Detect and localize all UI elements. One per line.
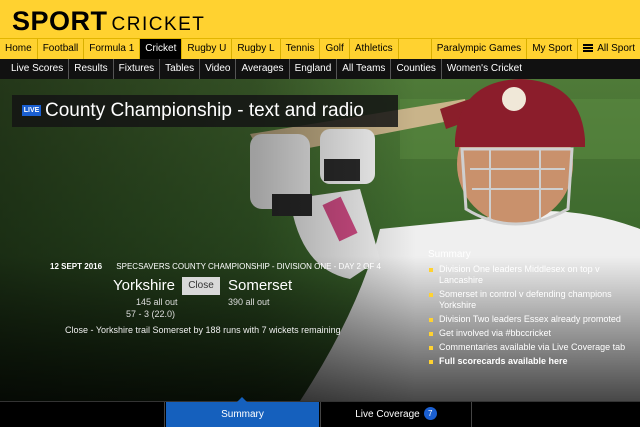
home-second-innings: 57 - 3 (22.0) [126, 309, 176, 319]
nav-spacer [399, 39, 432, 59]
nav-rugby-league[interactable]: Rugby L [232, 39, 281, 59]
tab-summary[interactable]: Summary [166, 397, 319, 427]
subnav-averages[interactable]: Averages [236, 59, 290, 79]
home-first-innings: 145 all out [136, 297, 178, 307]
subnav-video[interactable]: Video [200, 59, 237, 79]
summary-item[interactable]: Division One leaders Middlesex on top v … [422, 264, 640, 286]
nav-all-sport-label: All Sport [597, 43, 635, 54]
subnav-england[interactable]: England [290, 59, 338, 79]
away-team[interactable]: Somerset [228, 277, 292, 294]
match-competition: SPECSAVERS COUNTY CHAMPIONSHIP - DIVISIO… [116, 262, 381, 271]
nav-paralympic-games[interactable]: Paralympic Games [432, 39, 528, 59]
nav-all-sport[interactable]: All Sport [578, 39, 640, 59]
nav-rugby-union[interactable]: Rugby U [182, 39, 233, 59]
live-badge: LIVE [22, 105, 41, 116]
nav-my-sport[interactable]: My Sport [527, 39, 579, 59]
hero-section: LIVE County Championship - text and radi… [0, 79, 640, 401]
summary-item[interactable]: Get involved via #bbccricket [422, 328, 640, 339]
tab-live-label: Live Coverage [355, 409, 420, 420]
tab-summary-label: Summary [221, 409, 264, 420]
headline-bar: LIVE County Championship - text and radi… [12, 95, 398, 127]
summary-list: Division One leaders Middlesex on top v … [422, 264, 640, 367]
nav-formula-1[interactable]: Formula 1 [84, 39, 141, 59]
secondary-nav: Live Scores Results Fixtures Tables Vide… [0, 59, 640, 79]
subnav-womens-cricket[interactable]: Women's Cricket [442, 59, 527, 79]
match-status-badge: Close [182, 277, 220, 295]
nav-golf[interactable]: Golf [320, 39, 350, 59]
nav-football[interactable]: Football [38, 39, 85, 59]
match-summary: Close - Yorkshire trail Somerset by 188 … [65, 325, 341, 335]
summary-item[interactable]: Division Two leaders Essex already promo… [422, 314, 640, 325]
primary-nav: Home Football Formula 1 Cricket Rugby U … [0, 38, 640, 59]
home-team[interactable]: Yorkshire [113, 277, 175, 294]
nav-athletics[interactable]: Athletics [350, 39, 399, 59]
nav-tennis[interactable]: Tennis [281, 39, 321, 59]
sport-cricket-logo[interactable]: SPORT CRICKET [12, 6, 205, 37]
coverage-tabs: Summary Live Coverage 7 [0, 397, 640, 427]
subnav-tables[interactable]: Tables [160, 59, 201, 79]
tab-spacer-left [0, 402, 165, 427]
subnav-fixtures[interactable]: Fixtures [114, 59, 161, 79]
subnav-live-scores[interactable]: Live Scores [6, 59, 70, 79]
subnav-counties[interactable]: Counties [391, 59, 442, 79]
summary-item[interactable]: Commentaries available via Live Coverage… [422, 342, 640, 353]
summary-title: Summary [428, 249, 471, 260]
summary-panel: Summary Division One leaders Middlesex o… [422, 249, 640, 370]
masthead: SPORT CRICKET [0, 0, 640, 38]
nav-cricket[interactable]: Cricket [140, 39, 183, 59]
tab-live-coverage[interactable]: Live Coverage 7 [320, 402, 472, 427]
subnav-results[interactable]: Results [69, 59, 114, 79]
summary-item[interactable]: Somerset in control v defending champion… [422, 289, 640, 311]
logo-section: CRICKET [111, 14, 206, 35]
live-count-badge: 7 [423, 407, 437, 420]
menu-icon [583, 44, 594, 52]
subnav-all-teams[interactable]: All Teams [337, 59, 392, 79]
logo-sport: SPORT [12, 6, 108, 36]
summary-item-scorecards-link[interactable]: Full scorecards available here [422, 356, 640, 367]
away-first-innings: 390 all out [228, 297, 270, 307]
page-title: County Championship - text and radio [45, 100, 364, 121]
match-meta: 12 SEPT 2016 SPECSAVERS COUNTY CHAMPIONS… [50, 262, 381, 271]
match-date: 12 SEPT 2016 [50, 262, 103, 271]
nav-home[interactable]: Home [0, 39, 38, 59]
